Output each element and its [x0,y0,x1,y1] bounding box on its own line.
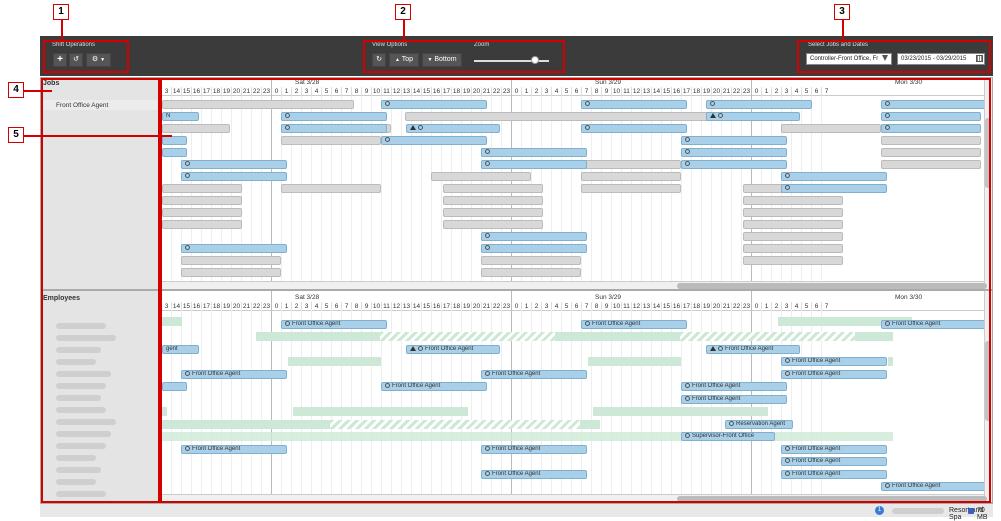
memory-icon [968,508,974,514]
callout-4: 4 [8,82,24,98]
callout-box-shift-operations [43,40,129,73]
callout-2: 2 [395,4,411,20]
callout-5: 5 [8,127,24,143]
callout-3-leader [842,20,844,40]
callout-box-jobs-employees [41,78,160,503]
callout-5-leader [24,135,172,137]
callout-2-leader [403,20,405,40]
callout-1-leader [61,20,63,40]
memory-usage: 70 MB [977,507,988,521]
notification-count: 1 [877,507,882,513]
status-bar: 1 Resort and Spa 70 MB [40,503,993,521]
callout-3: 3 [834,4,850,20]
callout-4-leader [24,90,52,92]
notification-badge[interactable]: 1 [875,506,884,515]
user-name [892,508,944,514]
callout-box-select-jobs [797,40,991,73]
callout-box-timeline [160,78,991,503]
callout-box-view-options [363,40,565,73]
callout-1: 1 [53,4,69,20]
